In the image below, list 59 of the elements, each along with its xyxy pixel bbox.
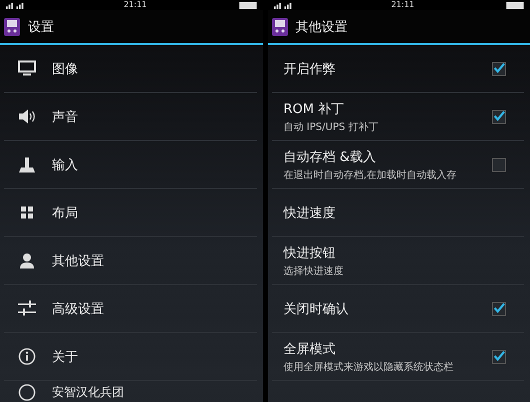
circle-icon bbox=[18, 384, 36, 401]
grid-icon bbox=[18, 204, 36, 221]
item-summary: 选择快进速度 bbox=[284, 264, 344, 278]
preference-item[interactable]: 开启作弊 bbox=[272, 45, 524, 93]
item-summary: 使用全屏模式来游戏以隐藏系统状态栏 bbox=[284, 360, 454, 374]
item-label: 自动存档 &载入 bbox=[284, 148, 377, 166]
app-icon[interactable] bbox=[4, 18, 20, 36]
item-label: 其他设置 bbox=[52, 252, 104, 270]
preference-item[interactable]: ROM 补丁 自动 IPS/UPS 打补丁 bbox=[272, 93, 524, 141]
checkmark-icon bbox=[493, 60, 505, 74]
settings-item[interactable]: 其他设置 bbox=[4, 237, 256, 285]
app-icon[interactable] bbox=[272, 18, 288, 36]
sliders-icon bbox=[18, 300, 36, 317]
monitor-icon bbox=[18, 60, 36, 77]
item-label: 全屏模式 bbox=[284, 340, 336, 358]
checkbox[interactable] bbox=[492, 110, 506, 124]
checkbox[interactable] bbox=[492, 302, 506, 316]
item-label: 布局 bbox=[52, 204, 78, 222]
item-label: 高级设置 bbox=[52, 300, 104, 318]
checkbox[interactable] bbox=[492, 62, 506, 76]
checkbox[interactable] bbox=[492, 158, 506, 172]
settings-item[interactable]: 关于 bbox=[4, 333, 256, 381]
checkbox[interactable] bbox=[492, 350, 506, 364]
preference-item[interactable]: 全屏模式 使用全屏模式来游戏以隐藏系统状态栏 bbox=[272, 333, 524, 381]
status-time: 21:11 bbox=[390, 0, 416, 10]
preference-item[interactable]: 快进按钮 选择快进速度 bbox=[272, 237, 524, 285]
item-label: 输入 bbox=[52, 156, 78, 174]
settings-item[interactable]: 高级设置 bbox=[4, 285, 256, 333]
speaker-icon bbox=[18, 108, 36, 125]
item-label: 图像 bbox=[52, 60, 78, 78]
status-time: 21:11 bbox=[122, 0, 148, 10]
checkmark-icon bbox=[493, 348, 505, 362]
settings-item[interactable]: 布局 bbox=[4, 189, 256, 237]
screen-title: 设置 bbox=[28, 18, 54, 36]
checkmark-icon bbox=[493, 300, 505, 314]
settings-item[interactable]: 输入 bbox=[4, 141, 256, 189]
battery-icon bbox=[238, 2, 256, 8]
preference-item[interactable]: 快进速度 bbox=[272, 189, 524, 237]
screen-title: 其他设置 bbox=[296, 18, 348, 36]
battery-icon bbox=[506, 2, 524, 8]
settings-item[interactable]: 声音 bbox=[4, 93, 256, 141]
item-label: ROM 补丁 bbox=[284, 100, 346, 118]
info-icon bbox=[18, 348, 36, 365]
item-label: 快进速度 bbox=[284, 204, 336, 222]
joystick-icon bbox=[18, 156, 36, 173]
preference-item[interactable]: 关闭时确认 bbox=[272, 285, 524, 333]
item-label: 声音 bbox=[52, 108, 78, 126]
settings-item[interactable]: 图像 bbox=[4, 45, 256, 93]
preference-item[interactable]: 自动存档 &载入 在退出时自动存档,在加载时自动载入存 bbox=[272, 141, 524, 189]
checkmark-icon bbox=[493, 108, 505, 122]
item-label: 快进按钮 bbox=[284, 244, 336, 262]
item-label: 开启作弊 bbox=[284, 60, 336, 78]
item-label: 关闭时确认 bbox=[284, 300, 348, 318]
item-summary: 自动 IPS/UPS 打补丁 bbox=[284, 120, 378, 134]
item-summary: 在退出时自动存档,在加载时自动载入存 bbox=[284, 168, 457, 182]
person-icon bbox=[18, 252, 36, 269]
item-label: 关于 bbox=[52, 348, 78, 366]
item-label: 安智汉化兵团 bbox=[52, 384, 124, 401]
settings-item[interactable]: 安智汉化兵团 bbox=[4, 381, 256, 402]
